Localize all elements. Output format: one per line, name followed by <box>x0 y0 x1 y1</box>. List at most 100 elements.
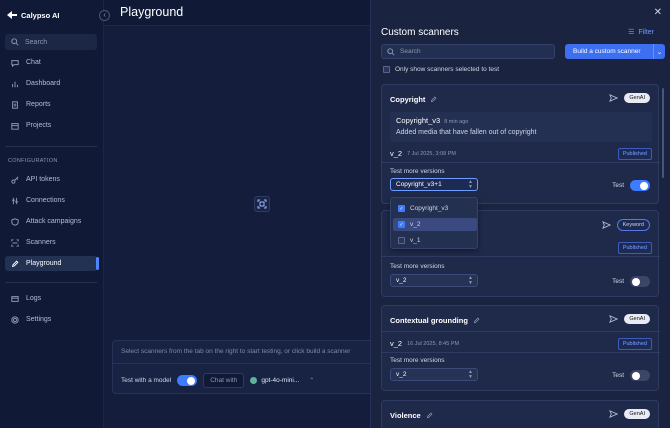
model-select[interactable]: gpt-4o-mini... ⌃ <box>250 377 314 384</box>
latest-version-desc: Added media that have fallen out of copy… <box>396 129 537 136</box>
latest-version-title: Copyright_v3 8 min ago <box>396 116 469 125</box>
scanner-search-input[interactable]: Search <box>381 44 555 59</box>
model-name: gpt-4o-mini... <box>261 377 300 384</box>
sidebar-item-logs[interactable]: Logs <box>5 291 97 306</box>
sidebar-item-attack-campaigns[interactable]: Attack campaigns <box>5 214 97 229</box>
only-show-selected-checkbox[interactable]: Only show scanners selected to test <box>383 66 499 73</box>
type-badge: GenAI <box>624 314 650 324</box>
published-version: v_2 7 Jul 2025, 3:08 PM Published <box>390 148 652 160</box>
version-select[interactable]: v_2 ▲ ▼ <box>390 274 478 287</box>
sidebar-item-playground[interactable]: Playground <box>5 256 99 271</box>
sidebar-item-reports[interactable]: Reports <box>5 97 97 112</box>
version-select[interactable]: Copyright_v3+1 ▲ ▼ <box>390 178 478 191</box>
sidebar-item-connections[interactable]: Connections <box>5 193 97 208</box>
checkbox-checked-icon: ✓ <box>398 221 405 228</box>
search-icon <box>387 47 395 56</box>
focus-frame-icon[interactable] <box>254 196 270 212</box>
sidebar-item-label: Logs <box>26 295 42 302</box>
sidebar-divider <box>5 146 97 147</box>
sidebar-item-label: Projects <box>26 122 52 129</box>
type-badge: Keyword <box>616 219 650 231</box>
chat-with-label: Chat with <box>203 373 245 388</box>
chat-hint: Select scanners from the tab on the righ… <box>121 348 351 355</box>
card-actions: GenAI <box>609 314 650 324</box>
version-dropdown: ✓ Copyright_v3 ✓ v_2 v_1 <box>390 197 478 249</box>
card-divider <box>382 352 660 353</box>
build-scanner-button[interactable]: Build a custom scanner ⌄ <box>565 44 665 59</box>
sidebar-item-label: Attack campaigns <box>26 218 82 225</box>
scanner-card-contextual-grounding: Contextual grounding GenAI v_2 16 Jul 20… <box>381 305 660 391</box>
sidebar-item-label: Settings <box>26 316 52 323</box>
main-area: Playground Select scanners from the tab … <box>104 0 375 428</box>
edit-icon[interactable] <box>473 317 480 324</box>
test-with-model-toggle[interactable] <box>177 375 198 386</box>
version-name: v_2 <box>390 339 403 348</box>
sidebar-item-label: API tokens <box>26 176 60 183</box>
published-badge: Published <box>617 242 652 254</box>
sidebar-item-api-tokens[interactable]: API tokens <box>5 172 97 187</box>
card-actions: GenAI <box>609 409 650 419</box>
card-actions: Keyword <box>601 219 650 231</box>
latest-version: Copyright_v3 8 min ago Added media that h… <box>390 112 652 142</box>
sidebar-collapse-button[interactable]: ‹ <box>99 10 110 21</box>
logs-icon <box>11 295 19 302</box>
main-header: Playground <box>104 0 370 26</box>
chevron-updown-icon: ▲ ▼ <box>468 369 473 380</box>
filter-button[interactable]: ☰ Filter <box>628 28 654 37</box>
dropdown-option[interactable]: v_1 <box>393 234 477 247</box>
sidebar-search-label: Search <box>25 38 48 46</box>
test-toggle-row: Test <box>612 180 650 191</box>
test-toggle[interactable] <box>630 180 650 191</box>
close-icon[interactable]: ✕ <box>654 7 662 18</box>
sidebar-item-settings[interactable]: Settings <box>5 312 97 327</box>
chevron-down-icon[interactable]: ⌄ <box>653 44 665 59</box>
send-icon[interactable] <box>609 315 619 323</box>
dropdown-option[interactable]: ✓ v_2 <box>393 218 477 231</box>
checkbox[interactable] <box>383 66 390 73</box>
connections-icon <box>11 197 19 204</box>
scanner-card-violence: Violence GenAI <box>381 400 659 428</box>
test-more-versions-label: Test more versions <box>390 263 445 270</box>
send-icon[interactable] <box>609 410 619 418</box>
reports-icon <box>12 100 18 109</box>
edit-icon[interactable] <box>426 412 433 419</box>
sidebar-item-chat[interactable]: Chat <box>5 55 97 70</box>
test-toggle[interactable] <box>630 370 650 381</box>
test-toggle-row: Test <box>612 370 650 381</box>
card-divider <box>382 331 660 332</box>
type-badge: GenAI <box>624 93 650 103</box>
version-select[interactable]: v_2 ▲ ▼ <box>390 368 478 381</box>
sidebar-item-scanners[interactable]: Scanners <box>5 235 97 250</box>
chevron-updown-icon: ▲ ▼ <box>468 275 473 286</box>
test-with-model-label: Test with a model <box>121 377 172 384</box>
logo-text: Calypso AI <box>21 10 60 20</box>
sidebar-item-label: Chat <box>26 59 41 66</box>
panel-scrollbar[interactable] <box>662 88 664 178</box>
app-logo[interactable]: Calypso AI <box>6 10 59 20</box>
panel-title: Custom scanners <box>381 27 459 38</box>
test-more-versions-label: Test more versions <box>390 168 445 175</box>
chat-controls: Test with a model Chat with gpt-4o-mini.… <box>121 373 314 388</box>
sidebar-item-projects[interactable]: Projects <box>5 118 97 133</box>
sidebar-item-label: Scanners <box>26 239 56 246</box>
send-icon[interactable] <box>601 221 611 229</box>
scanner-icon <box>11 238 19 247</box>
test-toggle[interactable] <box>630 276 650 287</box>
published-badge: Published <box>617 148 652 160</box>
model-icon <box>250 377 258 384</box>
chevron-updown-icon: ⌃ <box>309 378 315 384</box>
checkbox-checked-icon: ✓ <box>398 205 405 212</box>
gear-icon <box>11 315 19 324</box>
sidebar-item-dashboard[interactable]: Dashboard <box>5 76 97 91</box>
checkbox-icon <box>398 237 405 244</box>
sidebar-search[interactable]: Search <box>5 34 97 50</box>
sidebar-item-label: Playground <box>26 260 62 267</box>
chevron-left-icon: ‹ <box>103 12 106 19</box>
dropdown-option[interactable]: ✓ Copyright_v3 <box>393 202 477 215</box>
only-show-label: Only show scanners selected to test <box>395 66 500 73</box>
filter-icon: ☰ <box>628 29 635 36</box>
search-placeholder: Search <box>400 48 421 55</box>
edit-icon[interactable] <box>430 96 437 103</box>
send-icon[interactable] <box>609 94 619 102</box>
shield-icon <box>11 217 19 226</box>
